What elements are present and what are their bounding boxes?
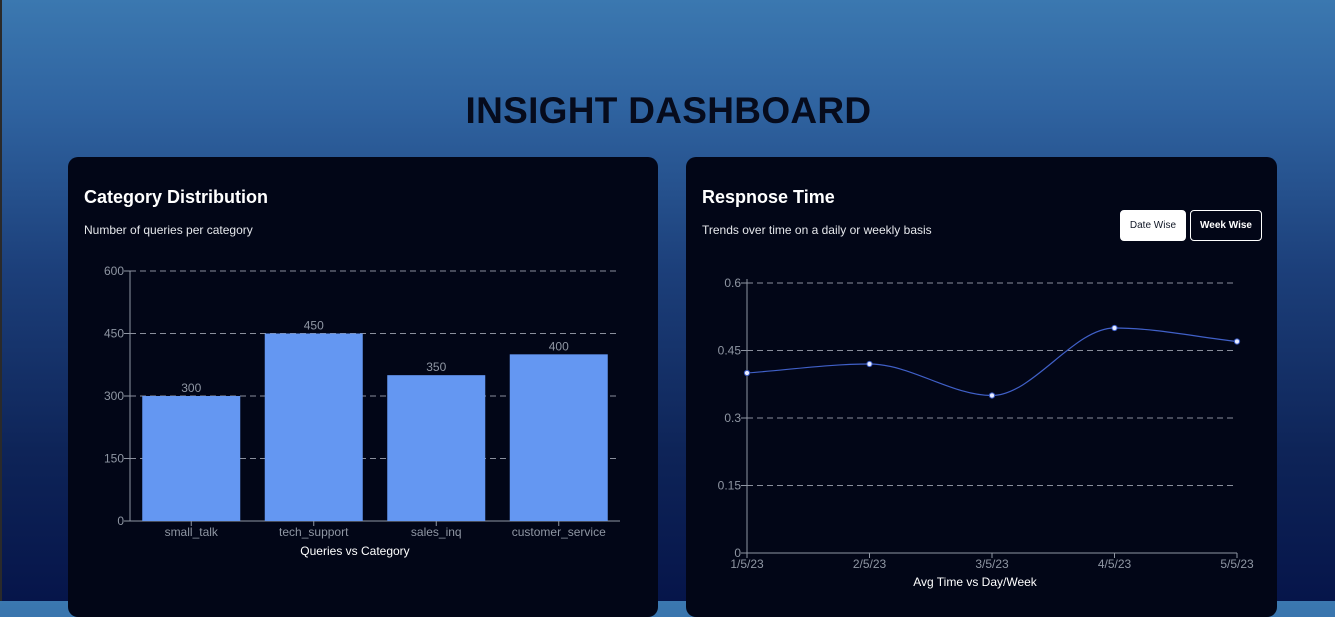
bar-y-tick-label: 0 — [117, 514, 124, 528]
line-x-axis-title: Avg Time vs Day/Week — [913, 575, 1038, 589]
line-x-tick-label: 5/5/23 — [1220, 557, 1254, 571]
bar-data-label: 400 — [549, 339, 569, 353]
line-y-tick-label: 0.15 — [718, 479, 742, 493]
bar-x-tick-label: tech_support — [279, 525, 349, 539]
bar — [509, 354, 608, 521]
line-x-tick-label: 1/5/23 — [730, 557, 764, 571]
line-data-point — [866, 360, 873, 368]
bar-y-tick-label: 450 — [104, 327, 124, 341]
line-data-point — [988, 392, 996, 399]
response-time-series-line — [746, 327, 1238, 397]
page-title: INSIGHT DASHBOARD — [465, 90, 872, 131]
line-x-tick-label: 4/5/23 — [1098, 557, 1132, 571]
bar-data-label: 300 — [181, 381, 201, 395]
bar-x-tick-label: sales_inq — [411, 525, 462, 539]
response-time-line-chart: 00.150.30.450.61/5/23 2/5/23 3/5/23 4/5/23 5… — [718, 276, 1254, 589]
line-y-tick-label: 0.6 — [724, 276, 741, 290]
line-y-tick-label: 0.3 — [724, 411, 741, 425]
bar — [264, 333, 363, 521]
response-time-card: Respnose Time Trends over time on a dail… — [686, 157, 1277, 617]
bar-x-axis-title: Queries vs Category — [300, 544, 409, 558]
bar-data-label: 450 — [304, 319, 324, 333]
bar-y-tick-label: 150 — [104, 452, 124, 466]
line-data-point — [743, 369, 751, 377]
category-distribution-card: Category Distribution Number of queries … — [68, 157, 658, 617]
bar-x-tick-label: small_talk — [165, 525, 219, 539]
bar — [387, 375, 486, 521]
line-x-tick-label: 3/5/23 — [975, 557, 1009, 571]
line-data-point — [1111, 324, 1118, 332]
line-data-point — [1233, 338, 1241, 345]
bar-data-label: 350 — [426, 360, 446, 374]
line-y-tick-label: 0.45 — [718, 344, 742, 358]
bar — [142, 396, 241, 521]
category-bar-chart: 0 150 300 450 600 300 small_talk 450 tech_suppor… — [104, 264, 620, 558]
bar-x-tick-label: customer_service — [512, 525, 606, 539]
line-x-tick-label: 2/5/23 — [853, 557, 887, 571]
bar-y-tick-label: 600 — [104, 264, 124, 278]
bar-y-tick-label: 300 — [104, 389, 124, 403]
